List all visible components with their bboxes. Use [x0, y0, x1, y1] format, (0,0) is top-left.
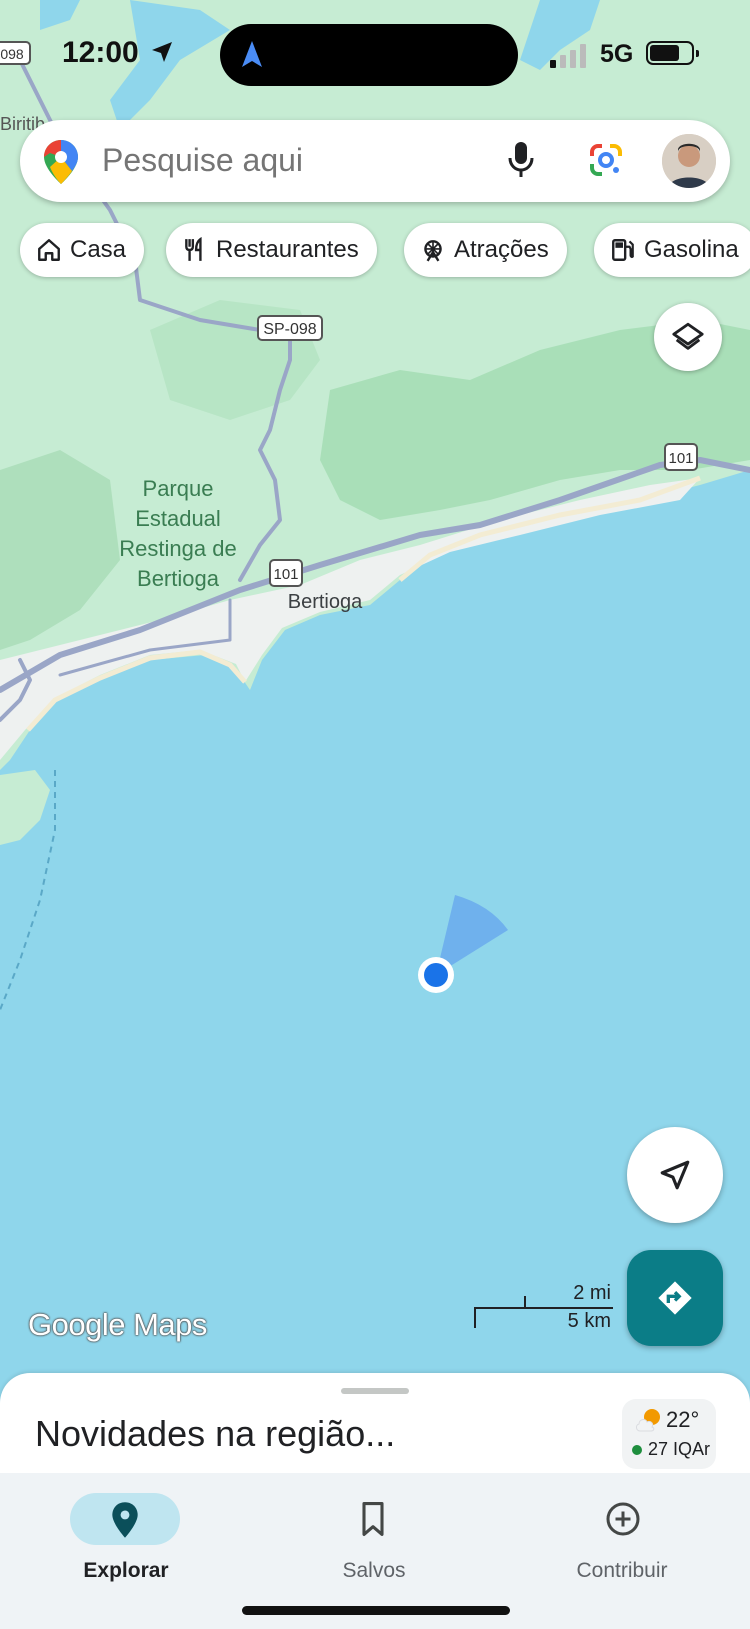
my-location-button[interactable] [627, 1127, 723, 1223]
tab-label: Explorar [83, 1559, 169, 1582]
svg-text:Restinga de: Restinga de [119, 536, 236, 561]
directions-icon [658, 1281, 692, 1315]
tab-label: Salvos [342, 1559, 406, 1582]
restaurant-icon [185, 237, 202, 261]
navigation-arrow-icon [242, 41, 262, 67]
directions-button[interactable] [627, 1250, 723, 1346]
chip-label: Atrações [454, 236, 549, 263]
battery-icon [646, 41, 699, 65]
chip-label: Gasolina [644, 236, 739, 263]
chip-attractions[interactable]: Atrações [404, 223, 567, 277]
microphone-icon[interactable] [506, 140, 536, 180]
layers-icon [672, 322, 704, 350]
avatar-image [662, 134, 716, 188]
network-type: 5G [600, 40, 634, 68]
cellular-signal-icon [550, 44, 586, 68]
chip-home[interactable]: Casa [20, 223, 145, 277]
home-icon [38, 239, 60, 261]
tab-label: Contribuir [576, 1559, 668, 1582]
road-shield-101-east: 101 [664, 443, 698, 471]
chip-gas-station[interactable]: Gasolina [594, 223, 750, 277]
location-services-icon [152, 42, 172, 62]
home-indicator[interactable] [242, 1606, 510, 1615]
map-scale: 2 mi 5 km [473, 1282, 615, 1332]
attraction-icon [424, 240, 442, 262]
dynamic-island [220, 24, 518, 86]
search-bar[interactable] [20, 120, 730, 202]
svg-text:Estadual: Estadual [135, 506, 221, 531]
explore-pin-icon [112, 1502, 138, 1538]
status-bar: 12:00 5G [0, 0, 750, 110]
city-label-bertioga: Bertioga [288, 591, 363, 613]
bookmark-icon [362, 1502, 384, 1536]
scale-miles: 2 mi [573, 1282, 611, 1304]
svg-text:Parque: Parque [143, 476, 214, 501]
clock: 12:00 [62, 36, 139, 69]
svg-text:SP-098: SP-098 [263, 321, 316, 338]
scale-km: 5 km [567, 1310, 611, 1332]
explore-sheet[interactable]: Novidades na região... 22° 27 IQAr [0, 1373, 750, 1483]
gas-station-icon [612, 239, 634, 261]
layers-button[interactable] [654, 303, 722, 371]
sheet-title: Novidades na região... [35, 1413, 396, 1454]
road-shield-101-west: 101 [269, 559, 303, 587]
temperature: 22° [666, 1407, 700, 1432]
weather-badge[interactable]: 22° 27 IQAr [622, 1399, 716, 1469]
location-arrow-icon [660, 1160, 690, 1190]
chip-label: Restaurantes [216, 236, 359, 263]
road-shield-sp098: SP-098 [257, 315, 323, 341]
add-circle-icon [606, 1502, 640, 1536]
chip-label: Casa [70, 236, 127, 263]
aqi-status-dot [632, 1445, 642, 1455]
partly-cloudy-icon [636, 1409, 660, 1432]
google-maps-pin-icon [44, 140, 78, 184]
profile-avatar[interactable] [662, 134, 716, 188]
search-input[interactable] [102, 142, 462, 179]
svg-text:101: 101 [668, 450, 693, 467]
air-quality: 27 IQAr [648, 1439, 711, 1459]
tab-explore[interactable]: Explorar [36, 1483, 216, 1583]
tab-contribute[interactable]: Contribuir [532, 1483, 712, 1583]
google-lens-icon[interactable] [588, 142, 624, 178]
chip-restaurants[interactable]: Restaurantes [166, 223, 377, 277]
category-chips: Casa Restaurantes Atrações Gasolina [20, 223, 750, 277]
google-maps-logo: Google Maps [28, 1307, 207, 1342]
tab-saved[interactable]: Salvos [284, 1483, 464, 1583]
current-location-dot [424, 963, 448, 987]
svg-text:101: 101 [273, 566, 298, 583]
svg-text:Bertioga: Bertioga [137, 566, 220, 591]
sheet-drag-handle[interactable] [341, 1388, 409, 1394]
